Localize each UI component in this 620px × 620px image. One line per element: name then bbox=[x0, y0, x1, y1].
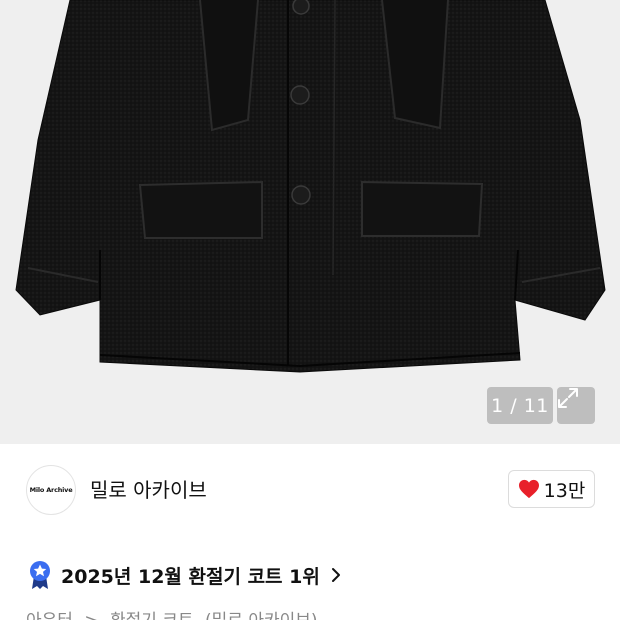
breadcrumb-item[interactable]: 환절기 코트 bbox=[110, 611, 194, 620]
chevron-right-icon bbox=[331, 568, 340, 582]
like-count: 13만 bbox=[543, 479, 586, 502]
award-badge-icon bbox=[30, 561, 50, 589]
ranking-text: 2025년 12월 환절기 코트 1위 bbox=[61, 565, 320, 588]
brand-logo-text: Milo Archive bbox=[29, 486, 73, 494]
expand-arrows-icon bbox=[558, 388, 578, 408]
like-button[interactable]: 13만 bbox=[508, 470, 595, 508]
product-photo-black-wool-coat bbox=[15, 0, 606, 373]
image-counter: 1 / 11 bbox=[487, 387, 553, 424]
category-breadcrumb[interactable]: 아우터 > 환절기 코트 (밀로 아카이브) bbox=[26, 606, 324, 620]
product-image-gallery[interactable]: 1 / 11 bbox=[0, 0, 620, 444]
breadcrumb-item[interactable]: (밀로 아카이브) bbox=[205, 611, 318, 620]
breadcrumb-item[interactable]: 아우터 bbox=[26, 611, 73, 620]
ranking-link[interactable]: 2025년 12월 환절기 코트 1위 bbox=[28, 560, 341, 590]
expand-button[interactable] bbox=[557, 387, 595, 424]
breadcrumb-separator: > bbox=[84, 611, 98, 620]
brand-name[interactable]: 밀로 아카이브 bbox=[90, 474, 207, 503]
heart-icon bbox=[518, 479, 539, 499]
brand-row: Milo Archive 밀로 아카이브 13만 bbox=[0, 444, 620, 536]
brand-logo[interactable]: Milo Archive bbox=[26, 465, 76, 515]
